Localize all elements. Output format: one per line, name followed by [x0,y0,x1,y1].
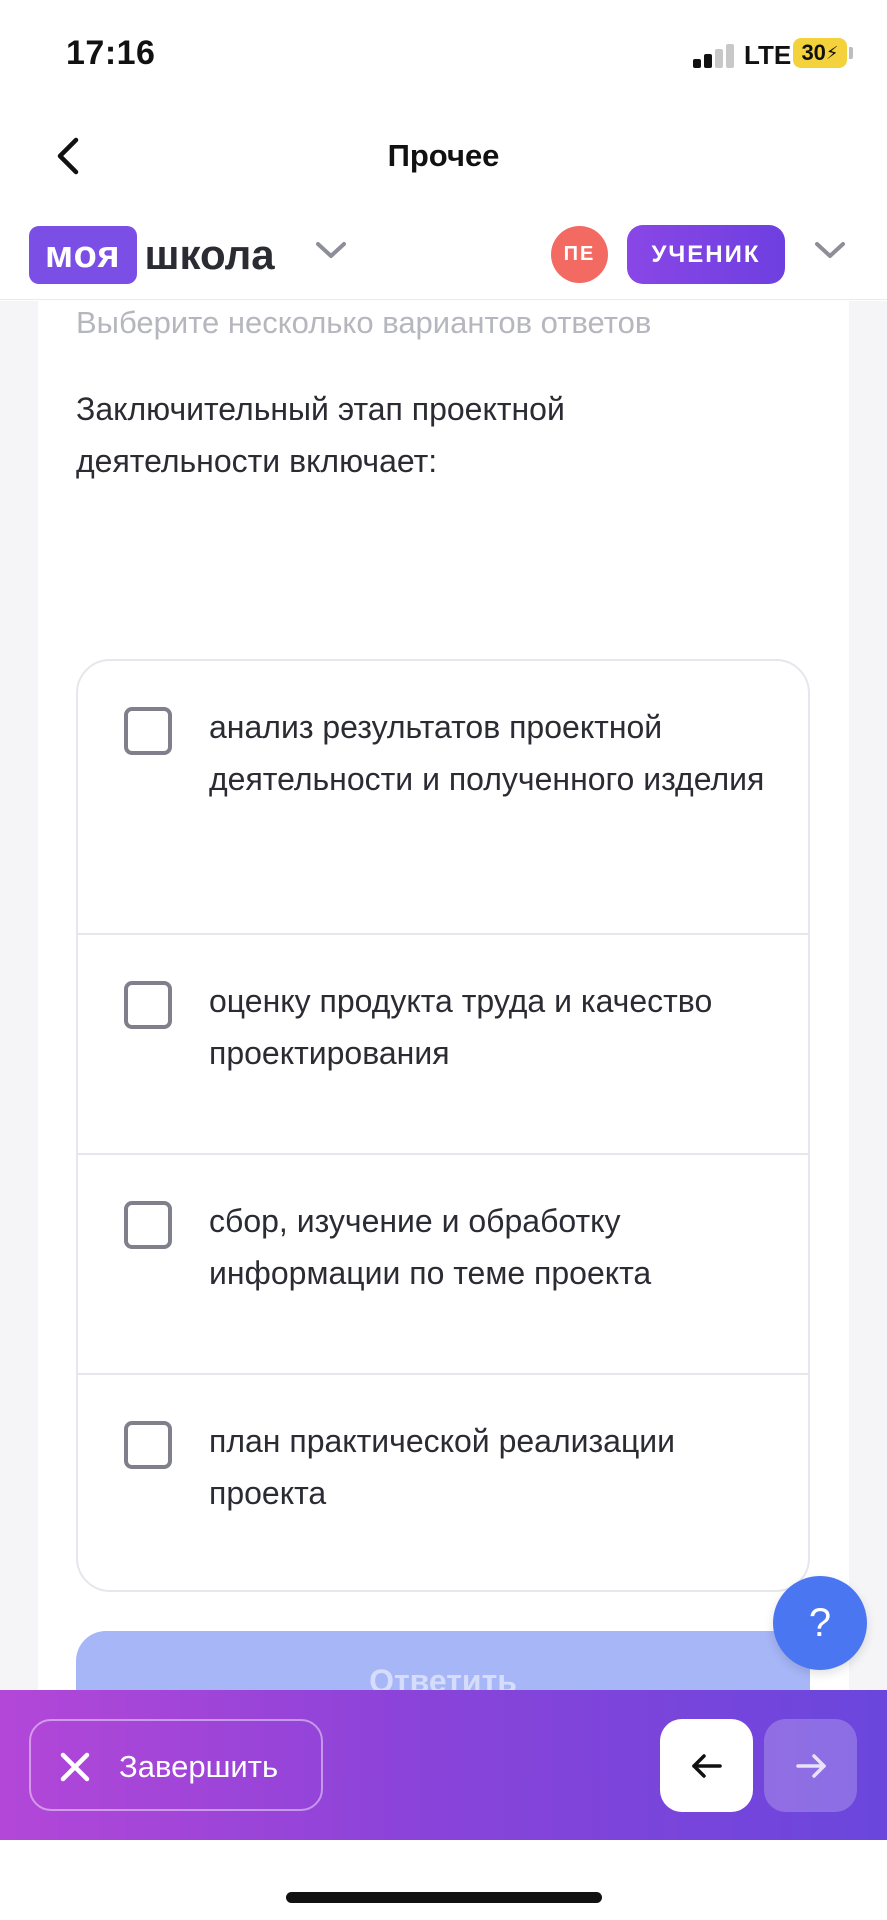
logo-text: школа [144,231,275,278]
answer-option[interactable]: сбор, изучение и обработку информации по… [78,1153,808,1373]
home-indicator-area [0,1840,887,1920]
finish-button[interactable]: Завершить [29,1719,323,1811]
brand-bar: моя школа ПЕ УЧЕНИК [0,210,887,300]
status-bar: 17:16 LTE 30 ⚡ [0,0,887,110]
answer-hint: Выберите несколько вариантов ответов [76,305,652,340]
answer-option[interactable]: оценку продукта труда и качество проекти… [78,933,808,1153]
bottom-bar: Завершить [0,1690,887,1840]
battery-level: 30 [801,40,826,65]
help-button[interactable]: ? [773,1576,867,1670]
navbar: Прочее [0,110,887,210]
content-area: Выберите несколько вариантов ответов Зак… [0,301,887,1731]
logo-box-text: моя [29,226,137,284]
battery-tip [849,47,853,59]
page-title: Прочее [387,138,500,173]
answer-option-label: сбор, изучение и обработку информации по… [209,1203,652,1291]
role-dropdown-toggle[interactable] [814,240,846,265]
avatar[interactable]: ПЕ [551,226,608,283]
answer-option-label: анализ результатов проектной деятельност… [209,709,765,797]
role-badge[interactable]: УЧЕНИК [627,225,785,284]
checkbox[interactable] [124,707,172,755]
answer-option-label: оценку продукта труда и качество проекти… [209,983,713,1071]
answer-option-label: план практической реализации проекта [209,1423,676,1511]
answer-options: анализ результатов проектной деятельност… [76,659,810,1592]
answer-option[interactable]: анализ результатов проектной деятельност… [78,661,808,933]
close-icon [60,1752,90,1782]
home-indicator[interactable] [286,1892,602,1903]
previous-question-button[interactable] [660,1719,753,1812]
question-text: Заключительный этап проектной деятельнос… [76,391,565,479]
chevron-down-icon [316,242,346,258]
finish-label: Завершить [119,1749,279,1784]
app-logo[interactable]: моя школа [29,226,275,284]
checkbox[interactable] [124,981,172,1029]
school-dropdown-toggle[interactable] [315,240,347,265]
battery-icon: 30 ⚡ [793,38,847,68]
status-time: 17:16 [66,34,156,72]
next-question-button[interactable] [764,1719,857,1812]
arrow-left-icon [691,1753,722,1778]
checkbox[interactable] [124,1201,172,1249]
answer-option[interactable]: план практической реализации проекта [78,1373,808,1590]
arrow-right-icon [795,1753,826,1778]
question-card: Выберите несколько вариантов ответов Зак… [38,301,849,1731]
chevron-down-icon [815,242,845,258]
checkbox[interactable] [124,1421,172,1469]
signal-icon [693,44,737,68]
network-label: LTE [744,40,792,70]
